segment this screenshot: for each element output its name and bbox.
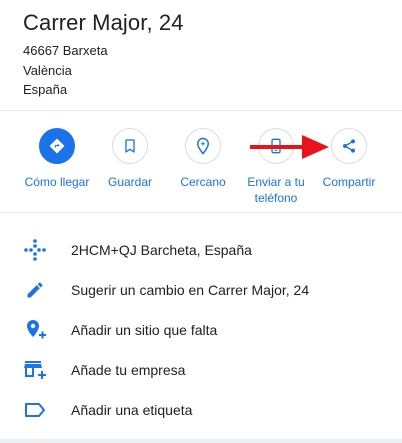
nearby-icon — [185, 128, 221, 164]
directions-icon — [39, 128, 75, 164]
annotation-arrow-icon — [250, 135, 329, 159]
add-missing-place-text: Añadir un sitio que falta — [71, 322, 218, 338]
share-label: Compartir — [322, 175, 376, 189]
directions-label: Cómo llegar — [24, 175, 90, 189]
share-icon — [331, 128, 367, 164]
edit-icon — [23, 278, 47, 302]
directions-button[interactable]: Cómo llegar — [19, 128, 95, 190]
add-business-icon — [23, 358, 47, 382]
add-label-text: Añadir una etiqueta — [71, 402, 193, 418]
send-to-phone-label-line1: Enviar a tu — [247, 175, 305, 189]
divider — [0, 212, 402, 213]
address-line-region: València — [23, 63, 72, 78]
add-label-row[interactable]: Añadir una etiqueta — [0, 390, 402, 430]
suggest-edit-text: Sugerir un cambio en Carrer Major, 24 — [71, 282, 310, 298]
divider — [0, 110, 402, 111]
plus-code-row[interactable]: 2HCM+QJ Barcheta, España — [0, 230, 402, 270]
address-line-country: España — [23, 82, 68, 97]
add-place-icon — [23, 318, 47, 342]
suggest-edit-row[interactable]: Sugerir un cambio en Carrer Major, 24 — [0, 270, 402, 310]
nearby-button[interactable]: Cercano — [165, 128, 241, 190]
plus-code-text: 2HCM+QJ Barcheta, España — [71, 242, 252, 258]
save-button[interactable]: Guardar — [92, 128, 168, 190]
bookmark-icon — [112, 128, 148, 164]
add-business-row[interactable]: Añade tu empresa — [0, 350, 402, 390]
add-business-text: Añade tu empresa — [71, 362, 186, 378]
label-icon — [23, 398, 47, 422]
nearby-label: Cercano — [180, 175, 226, 189]
send-to-phone-label: Enviar a tu teléfono — [238, 174, 314, 206]
place-title: Carrer Major, 24 — [23, 10, 184, 35]
send-to-phone-label-line2: teléfono — [254, 191, 298, 205]
divider — [0, 439, 402, 443]
add-missing-place-row[interactable]: Añadir un sitio que falta — [0, 310, 402, 350]
save-label: Guardar — [107, 175, 153, 189]
address-line-postal: 46667 Barxeta — [23, 43, 108, 58]
plus-code-icon — [23, 238, 47, 262]
